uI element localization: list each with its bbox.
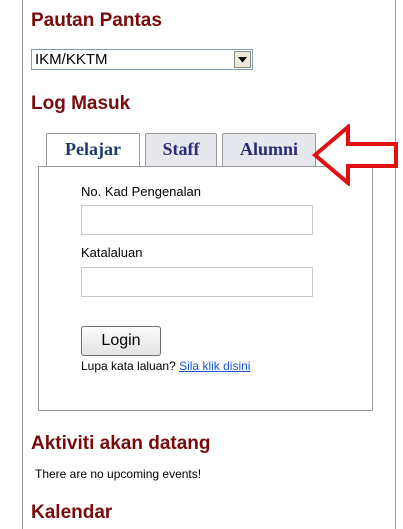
forgot-password-row: Lupa kata laluan? Sila klik disini <box>81 359 250 373</box>
log-masuk-heading: Log Masuk <box>31 93 131 114</box>
kalendar-heading: Kalendar <box>31 502 113 523</box>
no-events-text: There are no upcoming events! <box>35 467 202 481</box>
password-label: Katalaluan <box>81 245 143 260</box>
forgot-password-link[interactable]: Sila klik disini <box>179 359 250 373</box>
tab-pelajar[interactable]: Pelajar <box>46 133 140 168</box>
aktiviti-heading: Aktiviti akan datang <box>31 433 211 454</box>
forgot-password-text: Lupa kata laluan? <box>81 359 176 373</box>
ic-input[interactable] <box>81 205 313 235</box>
arrow-left-icon <box>312 124 398 186</box>
login-button[interactable]: Login <box>81 326 161 356</box>
pautan-pantas-heading: Pautan Pantas <box>31 10 162 31</box>
tab-staff[interactable]: Staff <box>145 133 217 166</box>
chevron-down-icon[interactable] <box>234 51 251 68</box>
pautan-select-value: IKM/KKTM <box>35 51 108 68</box>
password-input[interactable] <box>81 267 313 297</box>
pautan-select[interactable]: IKM/KKTM <box>31 49 253 70</box>
tab-alumni[interactable]: Alumni <box>222 133 316 166</box>
ic-label: No. Kad Pengenalan <box>81 184 201 199</box>
